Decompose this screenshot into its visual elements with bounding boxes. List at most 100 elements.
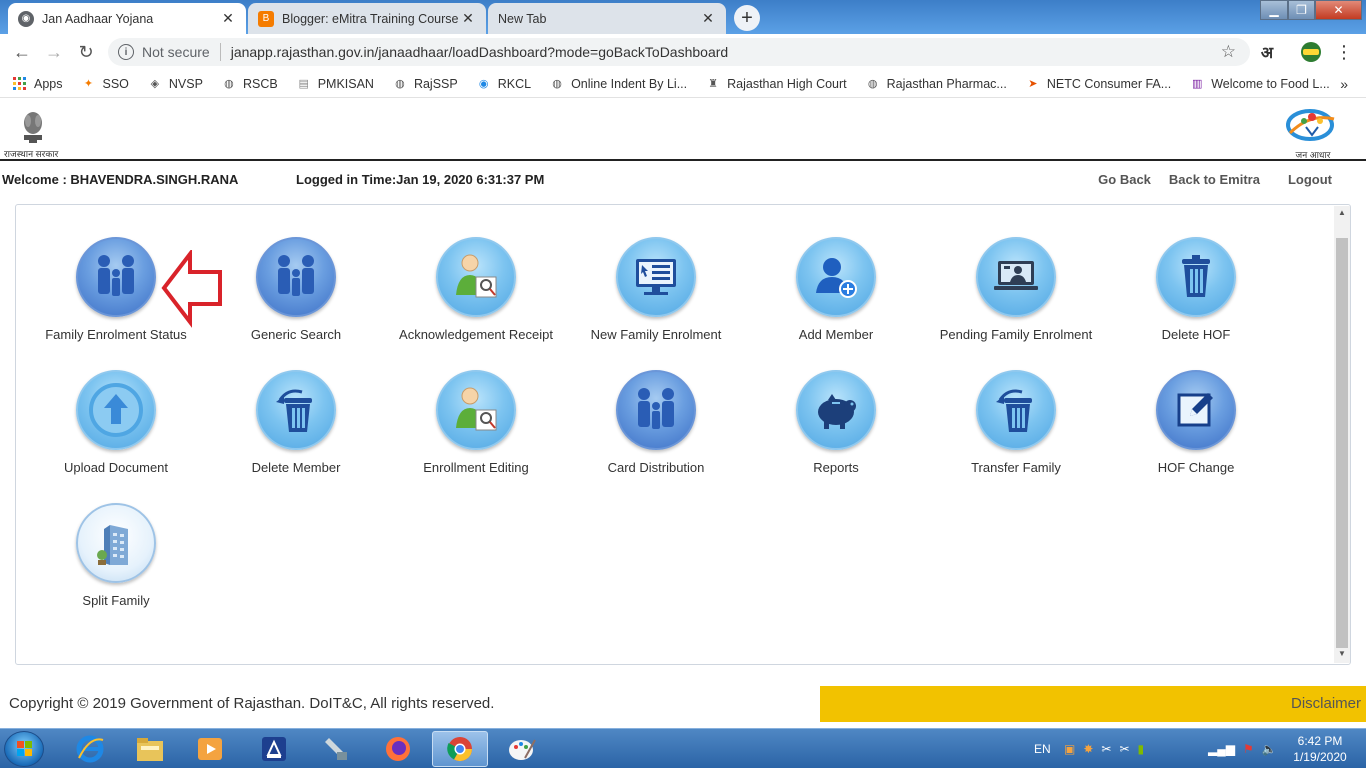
tile-acknowledgement-receipt[interactable]: Acknowledgement Receipt bbox=[391, 237, 561, 357]
minimize-button[interactable]: ▁ bbox=[1260, 0, 1288, 20]
tile-reports[interactable]: Reports bbox=[751, 370, 921, 490]
bookmark-rajssp[interactable]: ◍ RajSSP bbox=[392, 76, 458, 92]
bookmark-food[interactable]: ▥ Welcome to Food L... bbox=[1189, 76, 1330, 92]
menu-kebab-icon[interactable]: ⋮ bbox=[1334, 40, 1354, 64]
close-icon[interactable]: ✕ bbox=[700, 10, 716, 27]
bookmark-pmkisan[interactable]: ▤ PMKISAN bbox=[296, 76, 373, 92]
firefox-icon[interactable] bbox=[370, 731, 426, 767]
language-indicator[interactable]: EN bbox=[1034, 729, 1051, 769]
back-to-emitra-link[interactable]: Back to Emitra bbox=[1169, 172, 1260, 187]
tile-generic-search[interactable]: Generic Search bbox=[211, 237, 381, 357]
recycle-bin-icon bbox=[976, 370, 1056, 450]
tray-tool-icon[interactable]: ✂ bbox=[1101, 742, 1111, 756]
extension-icon[interactable] bbox=[1298, 40, 1324, 64]
recycle-bin-icon bbox=[1156, 237, 1236, 317]
tray-chart-icon[interactable]: ▮ bbox=[1138, 742, 1145, 756]
tile-card-distribution[interactable]: Card Distribution bbox=[571, 370, 741, 490]
nvsp-icon: ◈ bbox=[150, 78, 160, 90]
disclaimer-link[interactable]: Disclaimer bbox=[1291, 695, 1361, 712]
volume-icon[interactable]: 🔈 bbox=[1262, 742, 1277, 756]
tray-tool-icon[interactable]: ✂ bbox=[1119, 742, 1129, 756]
bookmark-nvsp[interactable]: ◈ NVSP bbox=[147, 76, 203, 92]
tile-label: New Family Enrolment bbox=[590, 327, 722, 342]
jan-aadhaar-logo: जन आधार bbox=[1282, 105, 1344, 160]
url-text[interactable]: janapp.rajasthan.gov.in/janaadhaar/loadD… bbox=[231, 44, 729, 60]
tab-jan-aadhaar[interactable]: ◉ Jan Aadhaar Yojana ✕ bbox=[8, 3, 246, 34]
bookmark-rkcl[interactable]: ◉ RKCL bbox=[476, 76, 531, 92]
forward-icon[interactable]: → bbox=[42, 40, 66, 64]
bookmark-pharmacy[interactable]: ◍ Rajasthan Pharmac... bbox=[865, 76, 1007, 92]
document-icon: ▤ bbox=[298, 78, 309, 90]
clock[interactable]: 6:42 PM 1/19/2020 bbox=[1284, 733, 1356, 765]
chevron-more-icon[interactable]: » bbox=[1340, 76, 1348, 92]
flag-icon[interactable]: ⚑ bbox=[1243, 742, 1254, 756]
tray-app-icon[interactable]: ▣ bbox=[1064, 742, 1075, 756]
person-document-icon bbox=[436, 370, 516, 450]
globe-icon: ◉ bbox=[18, 10, 34, 27]
tile-label: Transfer Family bbox=[971, 460, 1061, 475]
close-icon[interactable]: ✕ bbox=[220, 10, 236, 27]
signal-icon[interactable]: ▂▄▆ bbox=[1208, 742, 1235, 756]
tile-split-family[interactable]: Split Family bbox=[31, 503, 201, 623]
tile-add-member[interactable]: Add Member bbox=[751, 237, 921, 357]
tile-transfer-family[interactable]: Transfer Family bbox=[931, 370, 1101, 490]
tile-label: Acknowledgement Receipt bbox=[399, 327, 553, 342]
logout-link[interactable]: Logout bbox=[1288, 172, 1332, 187]
language-label[interactable]: EN bbox=[1034, 742, 1051, 756]
reload-icon[interactable]: ↻ bbox=[74, 40, 98, 64]
tab-new-tab[interactable]: New Tab ✕ bbox=[488, 3, 726, 34]
close-icon[interactable]: ✕ bbox=[460, 10, 476, 27]
info-icon[interactable]: i bbox=[118, 44, 134, 60]
tile-label: Generic Search bbox=[250, 327, 342, 342]
back-icon[interactable]: ← bbox=[10, 40, 34, 64]
new-tab-button[interactable]: + bbox=[734, 5, 760, 31]
bookmark-high-court[interactable]: ♜ Rajasthan High Court bbox=[705, 76, 846, 92]
bookmark-rscb[interactable]: ◍ RSCB bbox=[221, 76, 278, 92]
profile-letter[interactable]: अ bbox=[1256, 40, 1278, 64]
globe-icon: ◍ bbox=[552, 78, 562, 90]
maximize-button[interactable]: ❐ bbox=[1288, 0, 1315, 20]
scroll-thumb[interactable] bbox=[1336, 238, 1348, 648]
close-window-button[interactable]: ✕ bbox=[1315, 0, 1362, 20]
scrollbar[interactable]: ▲ ▼ bbox=[1334, 206, 1350, 663]
start-button[interactable] bbox=[4, 731, 44, 767]
tab-blogger[interactable]: B Blogger: eMitra Training Course - ✕ bbox=[248, 3, 486, 34]
scroll-up-icon[interactable]: ▲ bbox=[1334, 208, 1350, 222]
family-icon bbox=[76, 237, 156, 317]
security-label[interactable]: Not secure bbox=[142, 44, 210, 60]
internet-explorer-icon[interactable] bbox=[62, 731, 118, 767]
file-explorer-icon[interactable] bbox=[122, 731, 178, 767]
tile-pending-family-enrolment[interactable]: Pending Family Enrolment bbox=[931, 237, 1101, 357]
bookmark-star-icon[interactable]: ☆ bbox=[1221, 42, 1236, 62]
tab-title: Blogger: eMitra Training Course - bbox=[282, 11, 460, 26]
scroll-down-icon[interactable]: ▼ bbox=[1334, 649, 1350, 663]
blogger-icon: B bbox=[258, 10, 274, 27]
bookmark-apps[interactable]: Apps bbox=[12, 76, 63, 92]
bookmark-sso[interactable]: ✦ SSO bbox=[81, 76, 129, 92]
tool-icon[interactable] bbox=[308, 731, 364, 767]
sso-icon: ✦ bbox=[83, 78, 94, 90]
tile-hof-change[interactable]: HOF Change bbox=[1111, 370, 1281, 490]
media-player-icon[interactable] bbox=[182, 731, 238, 767]
edit-icon bbox=[1156, 370, 1236, 450]
windows-taskbar: EN ▣ ✸ ✂ ✂ ▮ ▂▄▆ ⚑ 🔈 6:42 PM 1/19/2020 bbox=[0, 728, 1366, 768]
bookmark-netc[interactable]: ➤ NETC Consumer FA... bbox=[1025, 76, 1171, 92]
upload-arrow-icon bbox=[76, 370, 156, 450]
chrome-icon[interactable] bbox=[432, 731, 488, 767]
bookmark-label: Online Indent By Li... bbox=[571, 76, 688, 91]
address-bar[interactable]: i Not secure janapp.rajasthan.gov.in/jan… bbox=[108, 38, 1250, 66]
tile-enrollment-editing[interactable]: Enrollment Editing bbox=[391, 370, 561, 490]
tile-upload-document[interactable]: Upload Document bbox=[31, 370, 201, 490]
tile-delete-hof[interactable]: Delete HOF bbox=[1111, 237, 1281, 357]
paint-icon[interactable] bbox=[494, 731, 550, 767]
app-launcher-icon[interactable] bbox=[246, 731, 302, 767]
tile-label: Enrollment Editing bbox=[423, 460, 529, 475]
bookmark-online-indent[interactable]: ◍ Online Indent By Li... bbox=[549, 76, 687, 92]
bookmark-label: RajSSP bbox=[413, 76, 458, 91]
tile-delete-member[interactable]: Delete Member bbox=[211, 370, 381, 490]
copyright-text: Copyright © 2019 Government of Rajasthan… bbox=[9, 695, 495, 712]
clock-date: 1/19/2020 bbox=[1293, 750, 1347, 764]
tile-new-family-enrolment[interactable]: New Family Enrolment bbox=[571, 237, 741, 357]
go-back-link[interactable]: Go Back bbox=[1098, 172, 1151, 187]
tray-app-icon[interactable]: ✸ bbox=[1083, 742, 1093, 756]
